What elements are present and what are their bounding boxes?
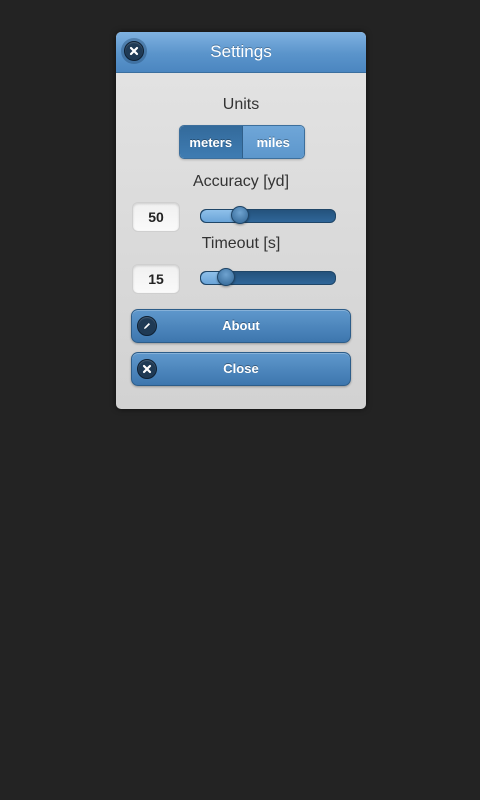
dialog-title: Settings	[210, 42, 272, 61]
timeout-slider[interactable]	[200, 268, 336, 286]
settings-dialog: Settings Units meters miles Accuracy [yd…	[116, 32, 366, 409]
timeout-value-input[interactable]: 15	[132, 264, 180, 294]
timeout-slider-thumb[interactable]	[217, 268, 236, 286]
about-button-label: About	[222, 318, 260, 333]
accuracy-slider[interactable]	[200, 206, 336, 224]
units-label: Units	[222, 96, 260, 113]
units-option-miles[interactable]: miles	[242, 126, 304, 158]
close-button[interactable]: Close	[131, 352, 351, 386]
accuracy-label: Accuracy [yd]	[192, 173, 290, 190]
dialog-titlebar: Settings	[116, 32, 366, 73]
close-button-label: Close	[223, 361, 259, 376]
units-segmented-control: meters miles	[179, 125, 305, 159]
accuracy-slider-thumb[interactable]	[230, 206, 249, 224]
accuracy-value-input[interactable]: 50	[132, 202, 180, 232]
about-button[interactable]: About	[131, 309, 351, 343]
timeout-label: Timeout [s]	[201, 235, 281, 252]
units-option-meters[interactable]: meters	[180, 126, 243, 158]
